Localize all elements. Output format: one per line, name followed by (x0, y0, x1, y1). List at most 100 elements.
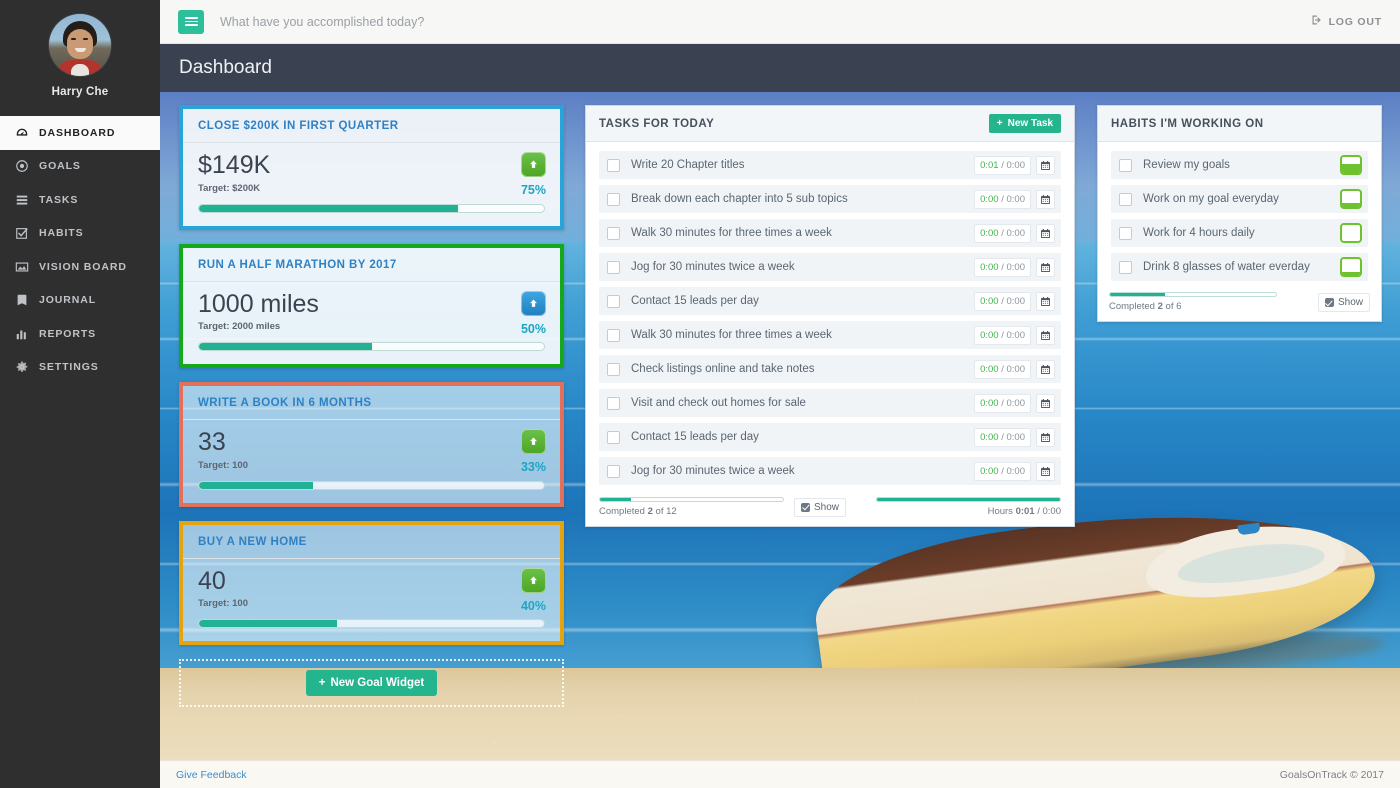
habit-progress-box[interactable] (1340, 223, 1362, 243)
calendar-icon[interactable] (1036, 427, 1055, 447)
task-row[interactable]: Break down each chapter into 5 sub topic… (599, 185, 1061, 213)
profile-block: Harry Che (0, 0, 160, 110)
task-time: 0:00 / 0:00 (974, 427, 1031, 447)
goal-widget-target: Target: $200K (198, 182, 261, 194)
new-task-label: New Task (1007, 118, 1053, 129)
task-row[interactable]: Jog for 30 minutes twice a week 0:00 / 0:… (599, 253, 1061, 281)
arrow-up-icon[interactable] (521, 152, 546, 177)
new-task-button[interactable]: + New Task (988, 114, 1061, 133)
task-checkbox[interactable] (607, 328, 620, 342)
habit-progress-box[interactable] (1340, 257, 1362, 277)
task-row[interactable]: Walk 30 minutes for three times a week 0:… (599, 219, 1061, 247)
logout-label: LOG OUT (1328, 15, 1382, 28)
calendar-icon[interactable] (1036, 291, 1055, 311)
goal-widget-target: Target: 2000 miles (198, 321, 281, 332)
new-goal-widget-button[interactable]: + New Goal Widget (305, 670, 438, 696)
calendar-icon[interactable] (1036, 461, 1055, 481)
habit-checkbox[interactable] (1119, 158, 1132, 172)
gear-icon (15, 360, 29, 374)
goal-widgets-column: CLOSE $200K IN FIRST QUARTER $149K Target:… (179, 105, 564, 707)
calendar-icon[interactable] (1036, 257, 1055, 277)
habit-label: Review my goals (1143, 159, 1230, 171)
habit-row[interactable]: Work on my goal everyday (1111, 185, 1368, 213)
task-time: 0:00 / 0:00 (974, 461, 1031, 481)
sidebar-item-journal[interactable]: JOURNAL (0, 284, 160, 318)
page-header: Dashboard (160, 44, 1400, 92)
goal-widget[interactable]: CLOSE $200K IN FIRST QUARTER $149K Target:… (179, 105, 564, 230)
task-label: Check listings online and take notes (631, 363, 815, 375)
task-checkbox[interactable] (607, 294, 620, 308)
goal-widget[interactable]: WRITE A BOOK IN 6 MONTHS 33 Target: 100 33% (179, 382, 564, 507)
sidebar-item-label: GOALS (39, 160, 81, 173)
goal-widget-target: Target: 100 (198, 459, 248, 471)
sidebar-item-vision-board[interactable]: VISION BOARD (0, 250, 160, 284)
task-checkbox[interactable] (607, 430, 620, 444)
calendar-icon[interactable] (1036, 393, 1055, 413)
habit-checkbox[interactable] (1119, 260, 1132, 274)
habit-row[interactable]: Work for 4 hours daily (1111, 219, 1368, 247)
sidebar-item-dashboard[interactable]: DASHBOARD (0, 116, 160, 150)
calendar-icon[interactable] (1036, 155, 1055, 175)
task-label: Contact 15 leads per day (631, 295, 759, 307)
logout-button[interactable]: LOG OUT (1311, 14, 1382, 29)
task-row[interactable]: Visit and check out homes for sale 0:00 /… (599, 389, 1061, 417)
goal-widget[interactable]: RUN A HALF MARATHON BY 2017 1000 miles Tar… (179, 243, 564, 368)
calendar-icon[interactable] (1036, 223, 1055, 243)
sidebar-item-goals[interactable]: GOALS (0, 150, 160, 184)
tasks-hours-label: Hours 0:01 / 0:00 (987, 506, 1061, 517)
goal-widget-value: $149K (198, 151, 271, 179)
task-checkbox[interactable] (607, 362, 620, 376)
task-label: Visit and check out homes for sale (631, 397, 806, 409)
habit-checkbox[interactable] (1119, 226, 1132, 240)
sidebar-item-reports[interactable]: REPORTS (0, 317, 160, 351)
dashboard-icon (15, 126, 29, 140)
task-row[interactable]: Check listings online and take notes 0:00… (599, 355, 1061, 383)
sidebar-item-habits[interactable]: HABITS (0, 217, 160, 251)
task-time: 0:00 / 0:00 (974, 223, 1031, 243)
tasks-list: Write 20 Chapter titles 0:01 / 0:00 Break … (586, 142, 1074, 485)
task-checkbox[interactable] (607, 226, 620, 240)
calendar-icon[interactable] (1036, 359, 1055, 379)
habit-progress-box[interactable] (1340, 189, 1362, 209)
calendar-icon[interactable] (1036, 325, 1055, 345)
habit-row[interactable]: Drink 8 glasses of water everday (1111, 253, 1368, 281)
task-row[interactable]: Write 20 Chapter titles 0:01 / 0:00 (599, 151, 1061, 179)
page-footer: Give Feedback GoalsOnTrack © 2017 (160, 760, 1400, 788)
task-checkbox[interactable] (607, 396, 620, 410)
sidebar-item-settings[interactable]: SETTINGS (0, 351, 160, 385)
hamburger-icon[interactable] (178, 9, 204, 34)
goal-widget[interactable]: BUY A NEW HOME 40 Target: 100 40% (179, 520, 564, 645)
habit-label: Work on my goal everyday (1143, 193, 1279, 205)
habit-progress-box[interactable] (1340, 155, 1362, 175)
habit-row[interactable]: Review my goals (1111, 151, 1368, 179)
habits-show-toggle[interactable]: Show (1317, 293, 1370, 312)
arrow-up-icon[interactable] (521, 290, 546, 316)
calendar-icon[interactable] (1036, 189, 1055, 209)
task-row[interactable]: Contact 15 leads per day 0:00 / 0:00 (599, 287, 1061, 315)
tasks-show-toggle[interactable]: Show (794, 497, 847, 517)
task-checkbox[interactable] (607, 260, 620, 274)
checkbox-checked-icon (1324, 298, 1334, 307)
habits-panel-header: HABITS I'M WORKING ON (1098, 106, 1381, 142)
sign-out-icon (1311, 14, 1323, 29)
new-goal-widget-label: New Goal Widget (330, 677, 425, 689)
task-row[interactable]: Walk 30 minutes for three times a week 0:… (599, 321, 1061, 349)
accomplished-input[interactable] (220, 14, 640, 29)
goal-widget-percent: 40% (520, 598, 546, 613)
goal-widget-progress-bar (198, 342, 545, 351)
task-checkbox[interactable] (607, 192, 620, 206)
task-row[interactable]: Contact 15 leads per day 0:00 / 0:00 (599, 423, 1061, 451)
sidebar-item-tasks[interactable]: TASKS (0, 183, 160, 217)
arrow-up-icon[interactable] (521, 429, 546, 454)
give-feedback-link[interactable]: Give Feedback (176, 769, 247, 781)
task-checkbox[interactable] (607, 158, 620, 172)
new-goal-widget-dropzone[interactable]: + New Goal Widget (179, 659, 564, 707)
task-checkbox[interactable] (607, 464, 620, 478)
goal-widget-value: 40 (198, 566, 226, 595)
task-time: 0:00 / 0:00 (974, 393, 1031, 413)
habit-checkbox[interactable] (1119, 192, 1132, 206)
arrow-up-icon[interactable] (521, 567, 546, 593)
task-row[interactable]: Jog for 30 minutes twice a week 0:00 / 0:… (599, 457, 1061, 485)
sidebar-item-label: TASKS (39, 193, 79, 206)
tasks-show-label: Show (814, 501, 840, 513)
